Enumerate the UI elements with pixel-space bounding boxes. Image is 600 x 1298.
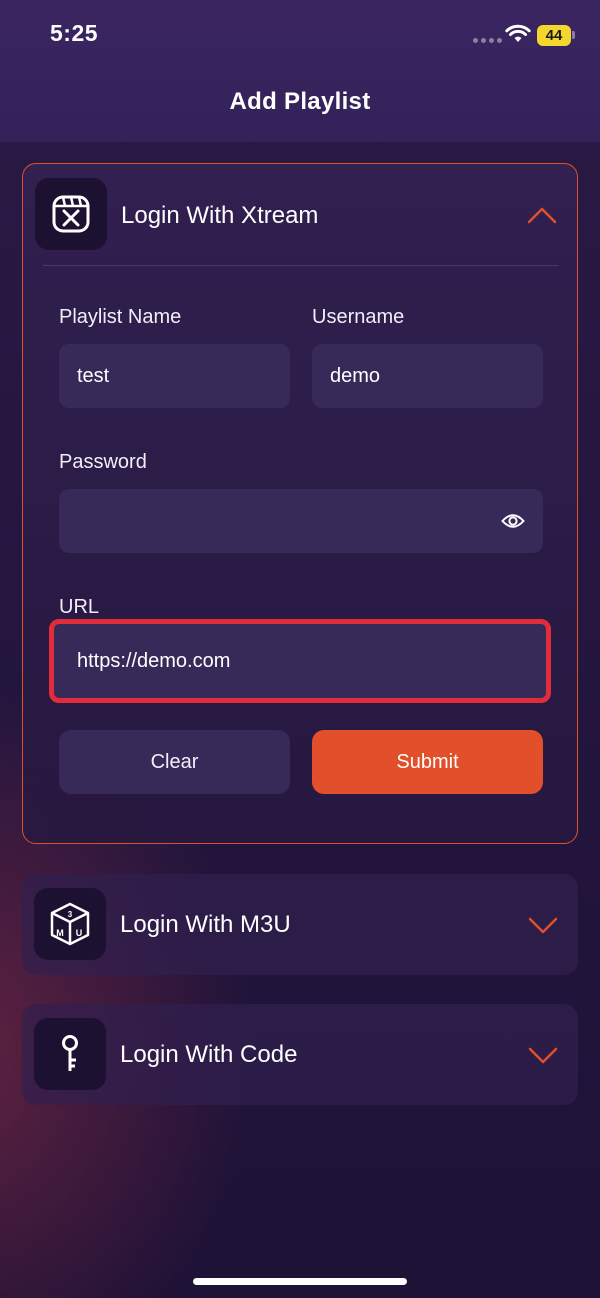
home-indicator[interactable] <box>193 1278 407 1285</box>
m3u-cube-icon: 3 M U <box>34 888 106 960</box>
card-divider <box>43 265 559 266</box>
svg-text:U: U <box>76 928 83 938</box>
url-label: URL <box>59 596 100 618</box>
wifi-icon <box>505 24 531 42</box>
status-time: 5:25 <box>50 20 99 46</box>
battery-indicator: 44 <box>537 25 571 46</box>
url-input[interactable]: https://demo.com <box>49 619 551 703</box>
password-label: Password <box>59 451 147 473</box>
chevron-down-icon[interactable] <box>528 1046 558 1064</box>
top-bar: 5:25 44 Add Playlist <box>0 0 600 142</box>
code-login-card[interactable]: Login With Code <box>22 1004 578 1105</box>
svg-text:M: M <box>56 928 64 938</box>
page-title: Add Playlist <box>229 88 371 115</box>
username-input[interactable]: demo <box>312 344 543 408</box>
chevron-up-icon[interactable] <box>527 206 557 224</box>
xtream-card-title[interactable]: Login With Xtream <box>121 202 318 230</box>
svg-text:3: 3 <box>68 910 73 919</box>
cellular-signal-icon <box>473 38 502 43</box>
chevron-down-icon[interactable] <box>528 916 558 934</box>
xtream-icon <box>35 178 107 250</box>
playlist-name-label: Playlist Name <box>59 306 182 328</box>
playlist-name-input[interactable]: test <box>59 344 290 408</box>
password-input[interactable] <box>59 489 543 553</box>
battery-tip <box>572 31 575 39</box>
key-icon <box>34 1018 106 1090</box>
m3u-login-card[interactable]: 3 M U Login With M3U <box>22 874 578 975</box>
xtream-login-card: Login With Xtream Playlist Name test Use… <box>22 163 578 844</box>
submit-button[interactable]: Submit <box>312 730 543 794</box>
eye-icon[interactable] <box>501 510 525 532</box>
clear-button[interactable]: Clear <box>59 730 290 794</box>
code-card-title[interactable]: Login With Code <box>120 1041 297 1069</box>
username-label: Username <box>312 306 405 328</box>
m3u-card-title[interactable]: Login With M3U <box>120 911 291 939</box>
